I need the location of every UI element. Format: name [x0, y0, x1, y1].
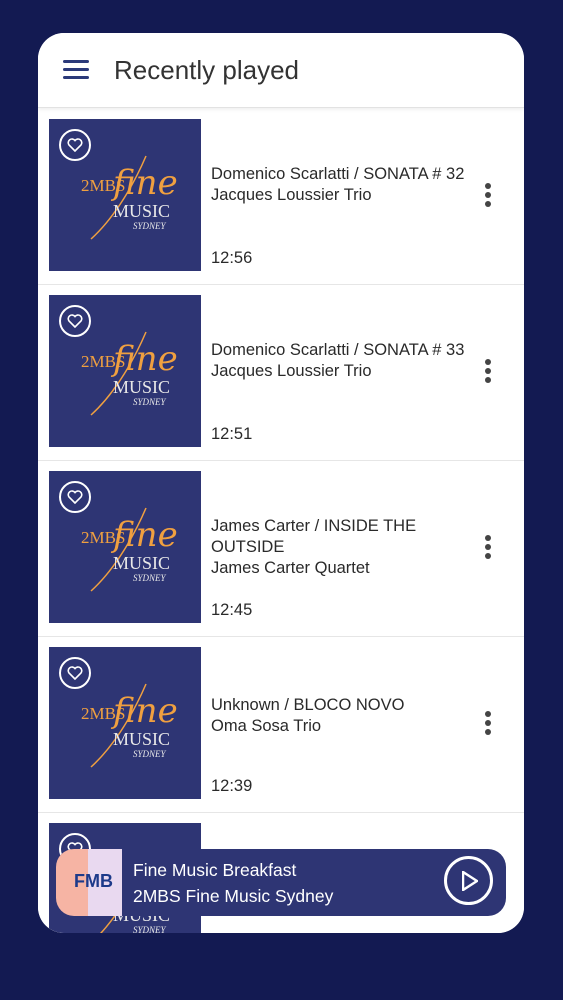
hamburger-menu-icon[interactable] [63, 60, 89, 80]
program-title: Fine Music Breakfast [133, 860, 297, 880]
recently-played-panel: Recently played 2MBS fine MUSIC SYDNEY D… [38, 33, 524, 933]
played-time: 12:45 [211, 601, 253, 619]
app-header: Recently played [38, 33, 524, 108]
album-art: 2MBS fine MUSIC SYDNEY [49, 295, 201, 447]
played-time: 12:51 [211, 425, 253, 443]
track-title: Domenico Scarlatti / SONATA # 32 [211, 165, 465, 183]
list-item[interactable]: 2MBS fine MUSIC SYDNEY Domenico Scarlatt… [38, 285, 524, 461]
album-art: 2MBS fine MUSIC SYDNEY [49, 471, 201, 623]
fine-music-logo: 2MBS fine MUSIC SYDNEY [71, 679, 189, 769]
album-art: 2MBS fine MUSIC SYDNEY [49, 119, 201, 271]
played-time: 12:56 [211, 249, 253, 267]
artist-name: Oma Sosa Trio [211, 717, 322, 735]
fine-music-logo: 2MBS fine MUSIC SYDNEY [71, 503, 189, 593]
artist-name: James Carter Quartet [211, 559, 370, 577]
artist-name: Jacques Loussier Trio [211, 186, 372, 204]
track-title: James Carter / INSIDE THE OUTSIDE [211, 517, 417, 556]
played-time: 12:39 [211, 777, 253, 795]
list-item[interactable]: 2MBS fine MUSIC SYDNEY Domenico Scarlatt… [38, 109, 524, 285]
more-options-icon[interactable] [484, 711, 492, 737]
track-title: Domenico Scarlatti / SONATA # 33 [211, 341, 465, 359]
more-options-icon[interactable] [484, 359, 492, 385]
list-item[interactable]: 2MBS fine MUSIC SYDNEY Unknown / BLOCO N… [38, 637, 524, 813]
fine-music-logo: 2MBS fine MUSIC SYDNEY [71, 151, 189, 241]
track-title: Unknown / BLOCO NOVO [211, 696, 405, 714]
album-art: 2MBS fine MUSIC SYDNEY [49, 647, 201, 799]
recently-played-list: 2MBS fine MUSIC SYDNEY Domenico Scarlatt… [38, 109, 524, 933]
page-title: Recently played [114, 55, 299, 85]
station-name: 2MBS Fine Music Sydney [133, 886, 334, 906]
artist-name: Jacques Loussier Trio [211, 362, 372, 380]
play-button[interactable] [444, 856, 493, 905]
list-item[interactable]: 2MBS fine MUSIC SYDNEY James Carter / IN… [38, 461, 524, 637]
more-options-icon[interactable] [484, 183, 492, 209]
play-icon [462, 871, 478, 891]
now-playing-bar[interactable]: FMB Fine Music Breakfast 2MBS Fine Music… [56, 849, 506, 916]
fine-music-logo: 2MBS fine MUSIC SYDNEY [71, 327, 189, 417]
more-options-icon[interactable] [484, 535, 492, 561]
station-artwork: FMB [56, 849, 122, 916]
